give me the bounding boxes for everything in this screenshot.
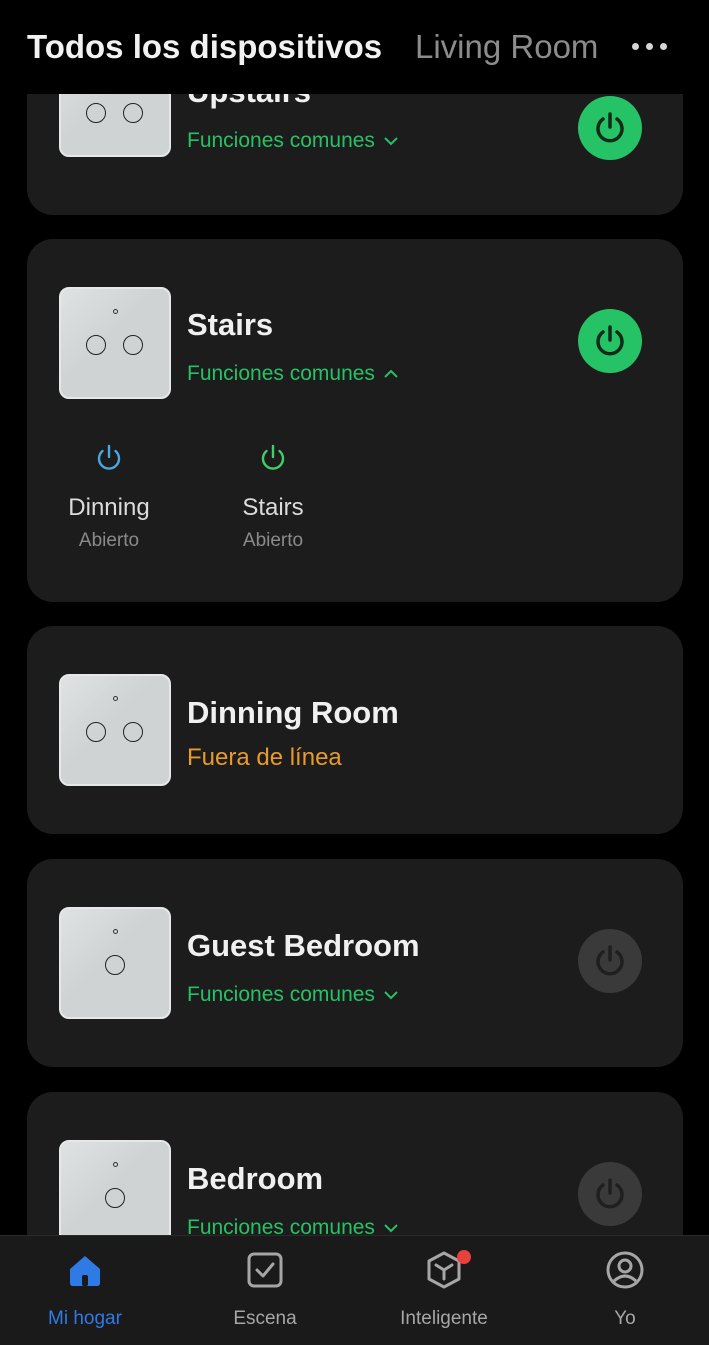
common-functions-toggle[interactable]: Funciones comunes <box>187 1216 399 1235</box>
common-functions-label: Funciones comunes <box>187 983 375 1006</box>
common-functions-toggle[interactable]: Funciones comunes <box>187 129 399 153</box>
device-list[interactable]: Upstairs Funciones comunes Stairs Funcio… <box>0 94 709 1235</box>
device-name: Dinning Room <box>187 695 399 730</box>
device-card-bedroom[interactable]: Bedroom Funciones comunes <box>27 1092 683 1235</box>
nav-escena[interactable]: Escena <box>190 1250 340 1330</box>
common-functions-label: Funciones comunes <box>187 129 375 152</box>
bottom-navigation: Mi hogar Escena Inteligente Yo <box>0 1235 709 1345</box>
scene-check-icon <box>247 1252 283 1288</box>
power-button[interactable] <box>578 929 642 993</box>
device-thumbnail <box>59 287 171 399</box>
chevron-up-icon <box>384 369 398 378</box>
power-button[interactable] <box>578 96 642 160</box>
chevron-down-icon <box>384 1224 398 1233</box>
device-thumbnail <box>59 1140 171 1235</box>
device-name: Bedroom <box>187 1161 324 1196</box>
chevron-down-icon <box>384 991 398 1000</box>
common-functions-toggle[interactable]: Funciones comunes <box>187 362 399 386</box>
nav-label: Yo <box>614 1308 636 1329</box>
device-card-guest-bedroom[interactable]: Guest Bedroom Funciones comunes <box>27 859 683 1067</box>
top-header: Todos los dispositivos Living Room <box>0 0 709 94</box>
nav-yo[interactable]: Yo <box>550 1250 700 1330</box>
device-card-upstairs[interactable]: Upstairs Funciones comunes <box>27 94 683 215</box>
offline-status: Fuera de línea <box>187 744 342 771</box>
common-functions-label: Funciones comunes <box>187 362 375 385</box>
notification-badge <box>457 1250 471 1264</box>
nav-label: Inteligente <box>400 1308 488 1329</box>
power-button[interactable] <box>578 309 642 373</box>
sub-switch-stairs[interactable]: Stairs Abierto <box>218 442 328 552</box>
common-functions-toggle[interactable]: Funciones comunes <box>187 983 399 1007</box>
more-options-icon[interactable] <box>632 36 672 56</box>
device-thumbnail <box>59 674 171 786</box>
device-card-dinning-room[interactable]: Dinning Room Fuera de línea <box>27 626 683 834</box>
nav-label: Escena <box>233 1308 297 1329</box>
power-button[interactable] <box>578 1162 642 1226</box>
chevron-down-icon <box>384 137 398 146</box>
power-icon <box>97 444 121 470</box>
device-card-stairs[interactable]: Stairs Funciones comunes Dinning Abierto… <box>27 239 683 602</box>
sub-switch-dinning[interactable]: Dinning Abierto <box>54 442 164 552</box>
nav-mi-hogar[interactable]: Mi hogar <box>10 1250 160 1330</box>
power-icon <box>596 112 624 143</box>
power-icon <box>596 945 624 976</box>
home-icon <box>70 1256 100 1286</box>
power-icon <box>261 444 285 470</box>
device-thumbnail <box>59 94 171 157</box>
tab-all-devices[interactable]: Todos los dispositivos <box>27 28 382 66</box>
nav-label: Mi hogar <box>48 1308 122 1329</box>
sub-switch-name: Stairs <box>242 494 304 521</box>
device-thumbnail <box>59 907 171 1019</box>
profile-icon <box>606 1251 644 1289</box>
nav-inteligente[interactable]: Inteligente <box>369 1250 519 1330</box>
device-name: Upstairs <box>187 94 311 110</box>
device-name: Guest Bedroom <box>187 928 420 963</box>
sub-switch-name: Dinning <box>68 494 150 521</box>
sub-switch-status: Abierto <box>242 530 304 551</box>
power-icon <box>596 1178 624 1209</box>
common-functions-label: Funciones comunes <box>187 1216 375 1235</box>
power-icon <box>596 325 624 356</box>
sub-switch-status: Abierto <box>78 530 140 551</box>
device-name: Stairs <box>187 307 274 342</box>
tab-living-room[interactable]: Living Room <box>415 28 598 66</box>
